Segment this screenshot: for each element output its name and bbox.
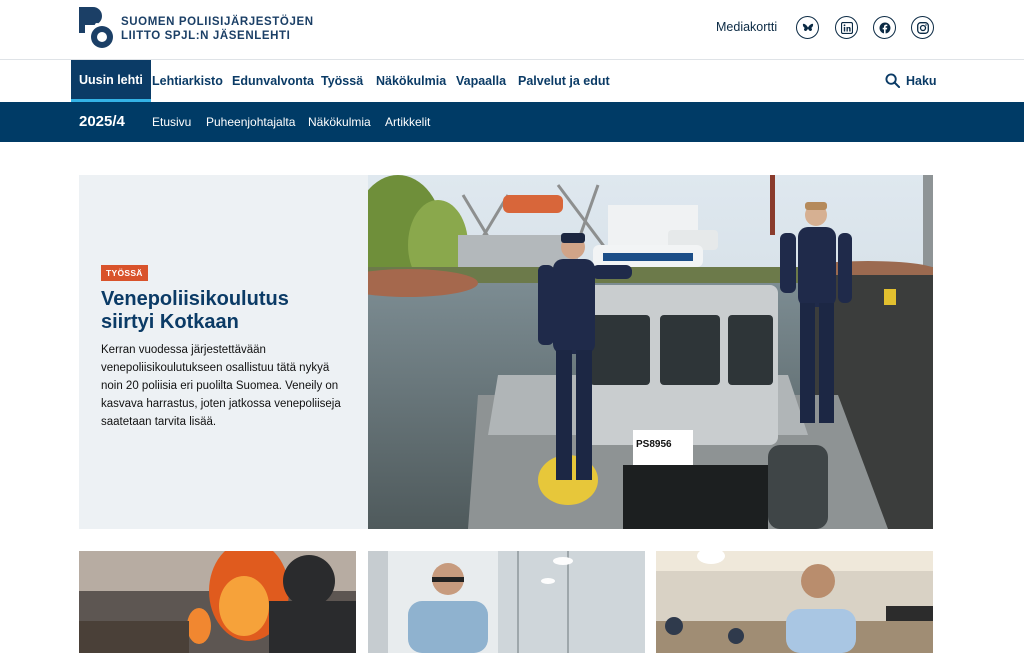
facebook-icon[interactable] xyxy=(873,16,896,39)
category-tag[interactable]: TYÖSSÄ xyxy=(101,265,148,281)
nav-item-edunvalvonta[interactable]: Edunvalvonta xyxy=(232,60,314,102)
nav-item-vapaalla[interactable]: Vapaalla xyxy=(456,60,506,102)
instagram-icon[interactable] xyxy=(911,16,934,39)
search-button[interactable]: Haku xyxy=(885,73,937,88)
logo-text-line1: Suomen Poliisijärjestöjen xyxy=(121,16,314,28)
subnav-item-etusivu[interactable]: Etusivu xyxy=(152,115,191,129)
linkedin-icon[interactable] xyxy=(835,16,858,39)
hero-image[interactable]: PS8956 xyxy=(368,175,933,529)
bluesky-icon[interactable] xyxy=(796,16,819,39)
issue-subnav: 2025/4 Etusivu Puheenjohtajalta Näkökulm… xyxy=(0,102,1024,142)
nav-item-palvelut-ja-edut[interactable]: Palvelut ja edut xyxy=(518,60,610,102)
site-header: Suomen Poliisijärjestöjen Liitto SPJL:n … xyxy=(0,0,1024,60)
boat-label: PS8956 xyxy=(636,439,672,450)
hero-lead: Kerran vuodessa järjestettävään venepoli… xyxy=(101,344,341,428)
article-card-image[interactable] xyxy=(368,551,645,653)
search-label: Haku xyxy=(906,73,937,88)
logo-text[interactable]: Suomen Poliisijärjestöjen Liitto SPJL:n … xyxy=(121,15,314,43)
hero-title[interactable]: Venepoliisikoulutus siirtyi Kotkaan xyxy=(101,288,341,334)
po-logo[interactable] xyxy=(79,7,115,49)
subnav-item-nakokulmia[interactable]: Näkökulmia xyxy=(308,115,371,129)
subnav-item-artikkelit[interactable]: Artikkelit xyxy=(385,115,430,129)
subnav-item-puheenjohtajalta[interactable]: Puheenjohtajalta xyxy=(206,115,295,129)
nav-item-tyossa[interactable]: Työssä xyxy=(321,60,363,102)
logo-text-line2: Liitto SPJL:n jäsenlehti xyxy=(121,30,291,42)
nav-item-nakokulmia[interactable]: Näkökulmia xyxy=(376,60,446,102)
issue-number: 2025/4 xyxy=(79,113,125,130)
nav-item-uusin-lehti[interactable]: Uusin lehti xyxy=(71,60,151,102)
mediakortti-link[interactable]: Mediakortti xyxy=(716,20,777,34)
search-icon xyxy=(885,73,900,88)
main-nav: Uusin lehti Lehtiarkisto Edunvalvonta Ty… xyxy=(0,60,1024,102)
nav-item-lehtiarkisto[interactable]: Lehtiarkisto xyxy=(152,60,223,102)
article-card-image[interactable] xyxy=(79,551,356,653)
article-card-image[interactable] xyxy=(656,551,933,653)
